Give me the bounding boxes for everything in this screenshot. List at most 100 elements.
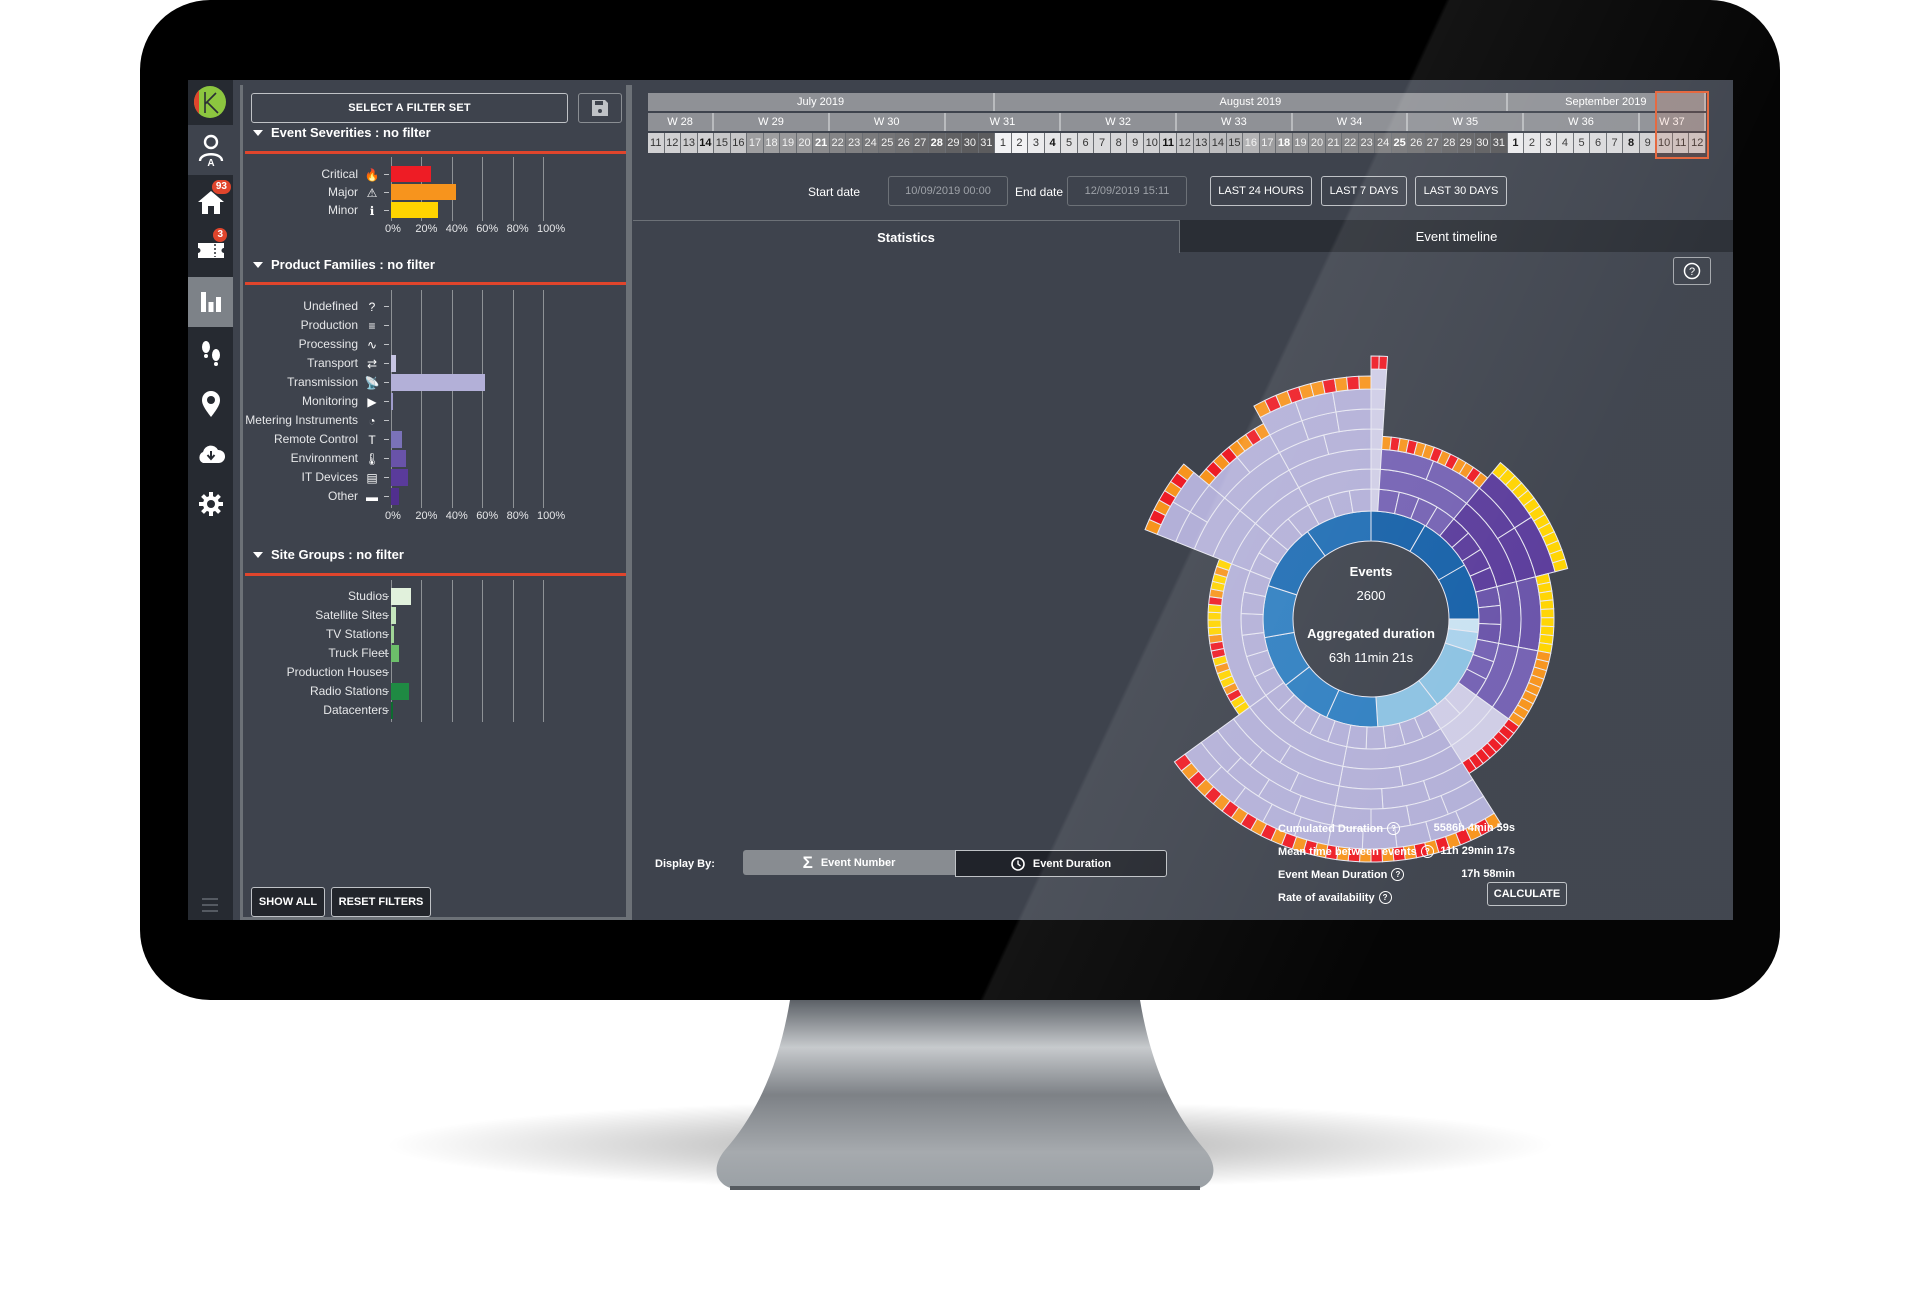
filter-item-label[interactable]: Minor (243, 203, 358, 217)
timeline-day[interactable]: 18 (1276, 133, 1293, 153)
sunburst-severity-tile-minor[interactable] (1539, 599, 1555, 611)
sunburst-severity-tile-minor[interactable] (1207, 619, 1222, 629)
timeline-day[interactable]: 8 (1110, 133, 1128, 153)
section-header[interactable]: Site Groups : no filter (253, 547, 404, 562)
filter-item-label[interactable]: IT Devices (243, 470, 358, 484)
timeline-day[interactable]: 31 (978, 133, 996, 153)
filter-item-label[interactable]: TV Stations (243, 627, 388, 641)
filter-item-label[interactable]: Production (243, 318, 358, 332)
sunburst-severity-tile-critical[interactable] (1346, 375, 1360, 391)
timeline-day[interactable]: 6 (1077, 133, 1095, 153)
sunburst-family-segment[interactable] (1348, 488, 1372, 514)
select-filter-set-button[interactable]: SELECT A FILTER SET (251, 93, 568, 123)
filter-bar-minor[interactable] (391, 202, 439, 218)
sunburst-product-segment[interactable] (1370, 368, 1388, 390)
timeline-day[interactable]: 16 (1243, 133, 1260, 153)
filter-item-label[interactable]: Truck Fleet (243, 646, 388, 660)
timeline-day[interactable]: 14 (1210, 133, 1227, 153)
filter-bar-tv-stations[interactable] (391, 626, 395, 643)
panel-splitter[interactable] (626, 85, 632, 920)
help-icon[interactable]: ? (1420, 845, 1434, 858)
timeline-week[interactable]: W 34 (1292, 113, 1409, 131)
timeline-day[interactable]: 26 (895, 133, 913, 153)
filter-bar-transport[interactable] (391, 355, 396, 372)
timeline-week[interactable]: W 32 (1061, 113, 1177, 131)
timeline-day[interactable]: 31 (1491, 133, 1508, 153)
filter-item-label[interactable]: Major (243, 185, 358, 199)
save-filter-set-button[interactable] (578, 93, 622, 123)
timeline-day[interactable]: 6 (1590, 133, 1607, 153)
filter-bar-studios[interactable] (391, 588, 411, 605)
timeline-day[interactable]: 7 (1606, 133, 1624, 153)
timeline-day[interactable]: 21 (813, 133, 830, 153)
timeline-month[interactable]: July 2019 (648, 93, 996, 111)
last-24-hours-button[interactable]: LAST 24 HOURS (1210, 176, 1312, 206)
timeline-selection-window[interactable] (1655, 91, 1709, 159)
filter-item-label[interactable]: Environment (243, 451, 358, 465)
timeline-day[interactable]: 2 (1524, 133, 1541, 153)
timeline-day[interactable]: 27 (912, 133, 930, 153)
filter-item-label[interactable]: Undefined (243, 299, 358, 313)
timeline-day[interactable]: 22 (829, 133, 847, 153)
timeline-day[interactable]: 1 (995, 133, 1012, 153)
section-header[interactable]: Event Severities : no filter (253, 125, 431, 140)
timeline-day[interactable]: 20 (796, 133, 814, 153)
display-by-event-number[interactable]: Σ Event Number (743, 850, 955, 875)
sunburst-severity-tile-minor[interactable] (1207, 626, 1223, 637)
filter-item-label[interactable]: Monitoring (243, 394, 358, 408)
tab-event-timeline[interactable]: Event timeline (1180, 220, 1733, 252)
filter-bar-remote-control[interactable] (391, 431, 402, 448)
timeline-day[interactable]: 4 (1557, 133, 1574, 153)
reset-filters-button[interactable]: RESET FILTERS (331, 887, 431, 917)
help-icon[interactable]: ? (1391, 868, 1405, 881)
timeline-day[interactable]: 13 (1193, 133, 1211, 153)
filter-bar-transmission[interactable] (391, 374, 486, 391)
filter-item-label[interactable]: Radio Stations (243, 684, 388, 698)
timeline-day[interactable]: 13 (681, 133, 698, 153)
nav-download[interactable] (188, 430, 233, 478)
filter-item-label[interactable]: Processing (243, 337, 358, 351)
sunburst-severity-tile-minor[interactable] (1207, 611, 1222, 621)
timeline-day[interactable]: 4 (1044, 133, 1062, 153)
sunburst-severity-tile-major[interactable] (1358, 375, 1372, 390)
nav-user-admin[interactable]: A (188, 125, 233, 175)
timeline-day[interactable]: 23 (846, 133, 863, 153)
timeline-month[interactable]: August 2019 (995, 93, 1508, 111)
help-icon[interactable]: ? (1378, 891, 1392, 904)
timeline-day[interactable]: 20 (1309, 133, 1326, 153)
section-header[interactable]: Product Families : no filter (253, 257, 435, 272)
timeline-day[interactable]: 11 (1160, 133, 1177, 153)
timeline-day[interactable]: 24 (1375, 133, 1392, 153)
filter-bar-other[interactable] (391, 488, 399, 505)
timeline-day[interactable]: 12 (1177, 133, 1194, 153)
timeline-day[interactable]: 30 (1474, 133, 1492, 153)
nav-tickets[interactable]: 3 (188, 226, 233, 274)
filter-item-label[interactable]: Critical (243, 167, 358, 181)
sunburst-product-segment[interactable] (1496, 581, 1522, 648)
timeline-day[interactable]: 29 (1458, 133, 1475, 153)
sunburst-product-segment[interactable] (1335, 408, 1372, 433)
sunburst-product-segment[interactable] (1370, 428, 1384, 450)
timeline-day[interactable]: 17 (1259, 133, 1277, 153)
timeline-day[interactable]: 1 (1507, 133, 1525, 153)
timeline-day[interactable]: 9 (1127, 133, 1144, 153)
filter-item-label[interactable]: Satellite Sites (243, 608, 388, 622)
collapse-caret-icon[interactable] (253, 261, 263, 268)
filter-bar-monitoring[interactable] (391, 393, 393, 410)
menu-collapse-icon[interactable] (202, 898, 218, 912)
filter-item-label[interactable]: Other (243, 489, 358, 503)
nav-map[interactable] (188, 380, 233, 428)
timeline-day[interactable]: 25 (879, 133, 896, 153)
sunburst-family-segment[interactable] (1240, 613, 1265, 636)
timeline-day[interactable]: 19 (1292, 133, 1310, 153)
sunburst-family-segment[interactable] (1477, 604, 1502, 625)
nav-statistics[interactable] (188, 277, 233, 327)
filter-bar-satellite-sites[interactable] (391, 607, 396, 624)
sunburst-family-segment[interactable] (1365, 725, 1387, 750)
filter-item-label[interactable]: Datacenters (243, 703, 388, 717)
timeline-day[interactable]: 3 (1540, 133, 1558, 153)
filter-bar-radio-stations[interactable] (391, 683, 410, 700)
timeline-day[interactable]: 5 (1061, 133, 1078, 153)
timeline-day[interactable]: 22 (1342, 133, 1359, 153)
timeline-week[interactable]: W 30 (829, 113, 946, 131)
